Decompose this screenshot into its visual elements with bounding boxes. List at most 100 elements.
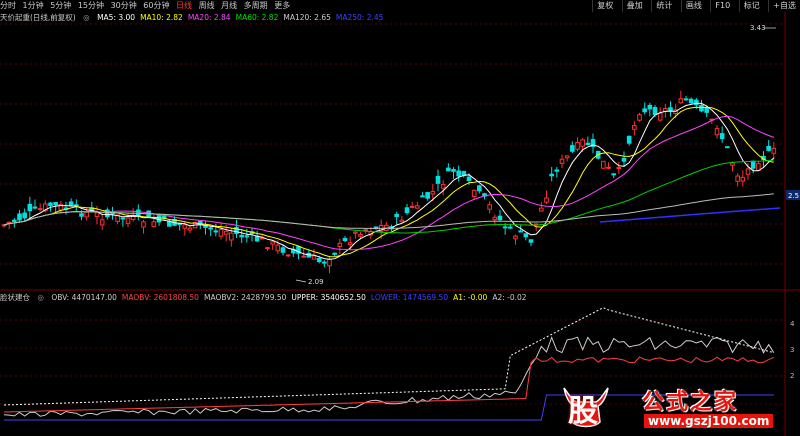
indicator-legend: 脸状建仓 ◎ OBV: 4470147.00 MAOBV: 2601808.50 M… — [0, 292, 537, 303]
candle-body — [394, 213, 399, 218]
candle-body — [275, 244, 281, 252]
candle-body — [451, 168, 456, 172]
candle-body — [652, 107, 658, 115]
ma-value: MA250: 2.45 — [335, 13, 384, 22]
candle-body — [17, 213, 22, 221]
candle-body — [632, 125, 637, 130]
candle-body — [53, 202, 58, 206]
site-title: 公式之家 — [642, 390, 739, 415]
ma-line — [3, 106, 774, 258]
candle-body — [213, 230, 219, 233]
indicator-tick: 3 — [790, 346, 794, 354]
candle-body — [187, 227, 193, 231]
settings-icon[interactable]: ◎ — [37, 293, 44, 302]
candle-body — [725, 146, 730, 149]
candle-body — [487, 204, 492, 210]
candle-body — [182, 224, 188, 229]
candle-body — [508, 226, 513, 229]
ma-value: MA5: 3.00 — [97, 13, 136, 22]
candle-body — [528, 239, 534, 243]
candle-body — [136, 209, 141, 216]
candle-body — [285, 254, 291, 257]
candle-body — [425, 192, 430, 199]
indicator-value: OBV: 4470147.00 — [51, 293, 117, 302]
candle-body — [151, 221, 157, 227]
watermark: 股 公式之家 www.gszj100.com — [560, 382, 790, 432]
candle-body — [461, 171, 467, 176]
candle-body — [435, 175, 441, 184]
candle-body — [120, 217, 126, 220]
candle-body — [409, 205, 415, 208]
candle-body — [735, 175, 740, 182]
candle-body — [657, 112, 663, 121]
indicator-value: A1: -0.00 — [453, 293, 488, 302]
candle-body — [694, 99, 699, 106]
candle-body — [606, 166, 611, 169]
ma-value: MA60: 2.82 — [235, 13, 279, 22]
ma-value: MA20: 2.84 — [187, 13, 231, 22]
logo-char: 股 — [568, 394, 598, 429]
candle-body — [642, 108, 647, 113]
candle-body — [316, 257, 322, 263]
candle-body — [647, 104, 653, 110]
candle-body — [544, 197, 549, 203]
candle-body — [559, 158, 565, 164]
candle-body — [37, 208, 43, 211]
candle-body — [430, 191, 436, 195]
candle-body — [415, 205, 420, 209]
candle-body — [358, 234, 363, 237]
settings-icon[interactable]: ◎ — [83, 13, 90, 22]
candle-body — [280, 247, 286, 253]
candle-body — [22, 212, 27, 219]
candle-body — [347, 242, 353, 245]
candle-body — [48, 202, 53, 206]
candle-body — [771, 147, 777, 154]
candle-body — [730, 162, 735, 166]
candle-body — [327, 258, 332, 267]
candle-body — [94, 212, 100, 217]
indicator-value: LOWER: 1474569.50 — [370, 293, 449, 302]
candle-body — [353, 231, 358, 234]
site-url: www.gszj100.com — [644, 414, 774, 428]
candle-body — [683, 98, 689, 101]
candle-body — [714, 127, 720, 136]
candle-body — [740, 176, 746, 182]
candle-body — [678, 98, 684, 104]
candle-body — [404, 207, 410, 214]
candle-body — [322, 261, 327, 264]
candle-body — [518, 230, 523, 233]
ma-line — [3, 159, 774, 234]
ma-line — [3, 115, 774, 251]
candle-body — [12, 219, 17, 222]
candle-body — [497, 215, 503, 221]
candle-body — [626, 135, 632, 144]
candle-body — [471, 189, 477, 197]
candle-body — [539, 207, 544, 212]
candle-body — [637, 114, 642, 121]
stock-title: 天价起重(日线,前复权) — [0, 13, 76, 22]
kline-chart[interactable]: 3.43 2.09 2.5 4 3 2 — [0, 0, 800, 436]
ma-line — [3, 102, 775, 260]
candle-body — [301, 255, 306, 258]
ma250-line — [599, 207, 781, 223]
candle-body — [601, 160, 606, 169]
candle-body — [332, 252, 337, 255]
indicator-value: A2: -0.02 — [492, 293, 527, 302]
candle-body — [146, 210, 151, 219]
candle-body — [585, 142, 591, 146]
candle-body — [218, 229, 224, 237]
price-marker-label: 2.5 — [788, 192, 799, 200]
candle-body — [750, 160, 756, 169]
low-price-label: 2.09 — [308, 278, 324, 286]
candle-body — [766, 145, 771, 151]
indicator-value: UPPER: 3540652.50 — [291, 293, 366, 302]
candle-body — [616, 167, 622, 170]
candle-body — [688, 98, 694, 104]
candle-body — [502, 226, 508, 229]
candle-body — [549, 173, 554, 177]
candle-body — [79, 213, 84, 217]
candle-body — [399, 219, 405, 223]
candle-body — [466, 176, 472, 182]
candle-body — [311, 255, 317, 260]
high-price-label: 3.43 — [750, 24, 766, 32]
